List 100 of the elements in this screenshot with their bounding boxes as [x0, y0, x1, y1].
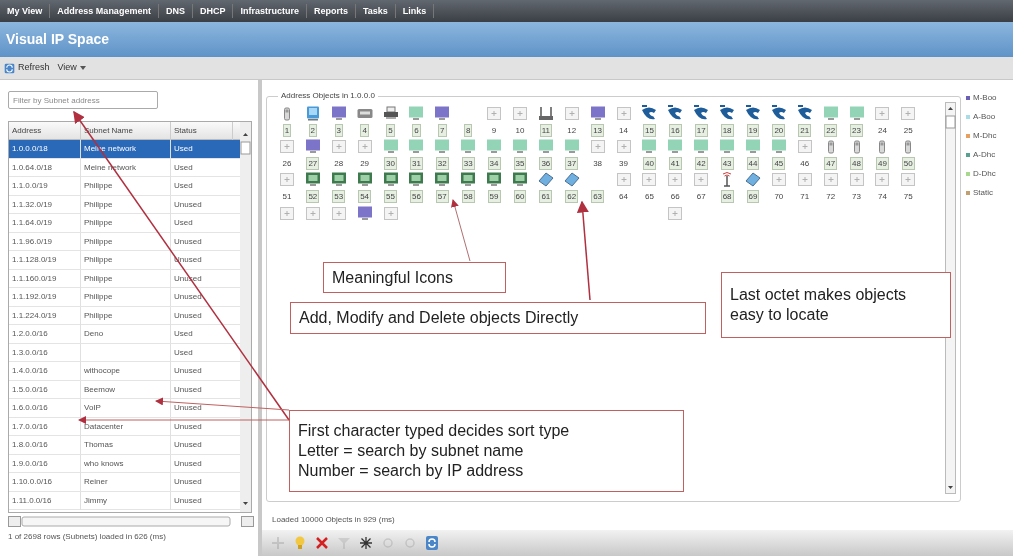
monitor-icon[interactable] — [770, 139, 787, 154]
monitor-icon[interactable] — [822, 106, 839, 121]
server-icon[interactable] — [330, 172, 347, 187]
empty-slot-icon[interactable] — [486, 106, 503, 121]
monitor-icon[interactable] — [408, 139, 425, 154]
empty-slot-icon[interactable] — [330, 139, 347, 154]
table-row[interactable]: 1.8.0.0/16 Thomas Unused — [9, 436, 240, 455]
vertical-scrollbar[interactable] — [240, 122, 251, 512]
monitor-icon[interactable] — [460, 139, 477, 154]
empty-slot-icon[interactable] — [356, 139, 373, 154]
monitor-icon[interactable] — [330, 106, 347, 121]
server-icon[interactable] — [434, 172, 451, 187]
nav-tab[interactable]: Infrastructure — [233, 4, 307, 18]
table-row[interactable]: 1.1.96.0/19 Philippe Unused — [9, 232, 240, 251]
empty-slot-icon[interactable] — [615, 139, 632, 154]
monitor-icon[interactable] — [434, 106, 451, 121]
empty-slot-icon[interactable] — [770, 172, 787, 187]
printer-icon[interactable] — [382, 106, 399, 121]
router-icon[interactable] — [537, 106, 554, 121]
empty-slot-icon[interactable] — [874, 106, 891, 121]
empty-slot-icon[interactable] — [382, 206, 399, 221]
empty-slot-icon[interactable] — [641, 172, 658, 187]
computer-icon[interactable] — [304, 106, 321, 121]
table-row[interactable]: 1.1.0.0/19 Philippe Used — [9, 177, 240, 196]
monitor-icon[interactable] — [434, 139, 451, 154]
scanner-icon[interactable] — [356, 106, 373, 121]
tablet-icon[interactable] — [744, 172, 761, 187]
empty-slot-icon[interactable] — [304, 206, 321, 221]
monitor-icon[interactable] — [667, 139, 684, 154]
refresh-button[interactable]: Refresh — [4, 61, 50, 75]
empty-slot-icon[interactable] — [278, 139, 295, 154]
empty-slot-icon[interactable] — [278, 206, 295, 221]
empty-slot-icon[interactable] — [278, 172, 295, 187]
monitor-icon[interactable] — [719, 139, 736, 154]
monitor-icon[interactable] — [848, 106, 865, 121]
empty-slot-icon[interactable] — [511, 106, 528, 121]
monitor-icon[interactable] — [641, 139, 658, 154]
server-icon[interactable] — [382, 172, 399, 187]
panel-title: Address Objects in 1.0.0.0 — [280, 90, 376, 102]
address-label: 5 — [386, 124, 395, 137]
empty-slot-icon[interactable] — [822, 172, 839, 187]
monitor-icon[interactable] — [693, 139, 710, 154]
view-menu[interactable]: View — [57, 61, 86, 75]
empty-slot-icon[interactable] — [667, 206, 684, 221]
monitor-icon[interactable] — [511, 139, 528, 154]
monitor-icon[interactable] — [744, 139, 761, 154]
table-row[interactable]: 1.4.0.0/16 withocope Unused — [9, 362, 240, 381]
delete-icon[interactable] — [314, 535, 330, 551]
empty-slot-icon[interactable] — [874, 172, 891, 187]
nav-tab[interactable]: Address Management — [50, 4, 159, 18]
empty-slot-icon[interactable] — [330, 206, 347, 221]
monitor-icon[interactable] — [563, 139, 580, 154]
monitor-icon[interactable] — [408, 106, 425, 121]
server-icon[interactable] — [511, 172, 528, 187]
nav-tab[interactable]: My View — [0, 4, 51, 18]
table-row[interactable]: 1.1.224.0/19 Philippe Unused — [9, 306, 240, 325]
nav-tab[interactable]: Links — [395, 4, 435, 18]
nav-tab[interactable]: Tasks — [355, 4, 396, 18]
empty-slot-icon[interactable] — [900, 106, 917, 121]
table-row[interactable]: 1.2.0.0/16 Deno Used — [9, 325, 240, 344]
empty-slot-icon[interactable] — [563, 106, 580, 121]
monitor-icon[interactable] — [486, 139, 503, 154]
table-row[interactable]: 1.3.0.0/16 Used — [9, 343, 240, 362]
table-row[interactable]: 1.9.0.0/16 who knows Unused — [9, 454, 240, 473]
nav-tab[interactable]: DHCP — [192, 4, 234, 18]
monitor-icon[interactable] — [537, 139, 554, 154]
server-icon[interactable] — [356, 172, 373, 187]
horizontal-scrollbar[interactable] — [8, 516, 254, 527]
table-row[interactable]: 1.7.0.0/16 Datacenter Unused — [9, 417, 240, 436]
table-row[interactable]: 1.11.0.0/16 Jimmy Unused — [9, 491, 240, 510]
monitor-icon[interactable] — [589, 106, 606, 121]
table-row[interactable]: 1.1.192.0/19 Philippe Unused — [9, 288, 240, 307]
table-row[interactable]: 1.5.0.0/16 Beemow Unused — [9, 380, 240, 399]
table-row[interactable]: 1.1.64.0/19 Philippe Used — [9, 214, 240, 233]
empty-slot-icon[interactable] — [796, 172, 813, 187]
table-row[interactable]: 1.10.0.0/16 Reiner Unused — [9, 473, 240, 492]
nav-tab[interactable]: DNS — [158, 4, 193, 18]
monitor-icon[interactable] — [382, 139, 399, 154]
monitor-icon[interactable] — [304, 139, 321, 154]
filter-field[interactable]: Filter by Subnet address — [8, 91, 158, 109]
monitor-icon[interactable] — [356, 206, 373, 221]
empty-slot-icon[interactable] — [900, 172, 917, 187]
nav-tab[interactable]: Reports — [306, 4, 356, 18]
empty-slot-icon[interactable] — [848, 172, 865, 187]
table-row[interactable]: 1.6.0.0/16 VoIP Unused — [9, 399, 240, 418]
tablet-icon[interactable] — [563, 172, 580, 187]
empty-slot-icon[interactable] — [693, 172, 710, 187]
tablet-icon[interactable] — [537, 172, 554, 187]
server-icon[interactable] — [408, 172, 425, 187]
empty-slot-icon[interactable] — [667, 172, 684, 187]
refresh-icon[interactable] — [424, 535, 440, 551]
empty-slot-icon[interactable] — [589, 139, 606, 154]
server-icon[interactable] — [486, 172, 503, 187]
server-icon[interactable] — [460, 172, 477, 187]
table-row[interactable]: 1.1.32.0/19 Philippe Unused — [9, 195, 240, 214]
empty-slot-icon[interactable] — [615, 172, 632, 187]
server-icon[interactable] — [304, 172, 321, 187]
empty-slot-icon[interactable] — [796, 139, 813, 154]
empty-slot-icon[interactable] — [615, 106, 632, 121]
asterisk-icon[interactable] — [358, 535, 374, 551]
